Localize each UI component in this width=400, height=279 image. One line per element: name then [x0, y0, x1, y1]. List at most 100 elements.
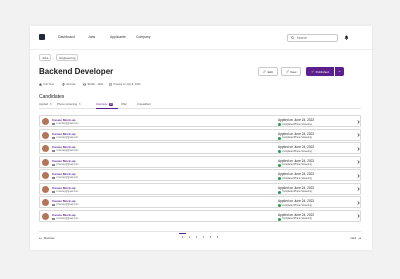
breadcrumb-jobs[interactable]: Jobs: [39, 54, 52, 62]
active-tab-indicator: [96, 108, 118, 109]
avatar: [42, 185, 49, 193]
bell-icon[interactable]: [344, 35, 349, 40]
candidate-row[interactable]: Cassie Mock-up cmockup@gmail.com Applied o…: [39, 142, 361, 154]
avatar: [42, 199, 49, 207]
calendar-icon: [109, 83, 112, 86]
chevron-right-icon[interactable]: [357, 160, 360, 164]
job-type: Full Time: [39, 83, 54, 86]
location-pin-icon: [62, 83, 65, 86]
mail-icon: [52, 123, 55, 126]
applied-date: Applied on June 24, 2022: [278, 131, 315, 136]
check-circle-icon: [278, 163, 281, 167]
chevron-right-icon[interactable]: [357, 173, 360, 178]
candidate-row[interactable]: Cassie Mock-up cmockup@gmail.com Applied o…: [39, 196, 361, 208]
candidate-email: cmockup@gmail.com: [52, 150, 78, 153]
candidate-email: cmockup@gmail.com: [52, 123, 78, 126]
page-6[interactable]: 6: [214, 233, 221, 240]
candidate-email-text: cmockup@gmail.com: [56, 190, 79, 193]
status-badge: Completed Phone Screening: [278, 190, 312, 194]
page-4[interactable]: 4: [200, 233, 207, 240]
status-text: Completed Phone Screening: [282, 177, 312, 180]
status-badge: Completed Phone Screening: [278, 136, 312, 140]
arrow-left-icon: [39, 236, 42, 240]
check-circle-icon: [278, 217, 281, 221]
candidate-email-text: cmockup@gmail.com: [56, 163, 79, 166]
chevron-right-icon[interactable]: [357, 146, 360, 151]
nav-applicants[interactable]: Applicants: [110, 35, 126, 39]
mail-icon: [52, 190, 55, 193]
chevron-right-icon[interactable]: [357, 119, 360, 124]
edit-button[interactable]: Edit: [258, 67, 278, 76]
candidate-row[interactable]: Cassie Mock-up cmockup@gmail.com Applied o…: [39, 155, 361, 168]
language-flag-icon[interactable]: [353, 35, 358, 40]
page-1[interactable]: 1: [179, 233, 186, 240]
nav-dashboard[interactable]: Dashboard: [58, 35, 75, 39]
status-text: Completed Phone Screening: [282, 164, 312, 166]
avatar: [42, 145, 49, 153]
chevron-right-icon[interactable]: [357, 214, 360, 218]
chevron-right-icon[interactable]: [357, 187, 360, 191]
breadcrumb-engineering[interactable]: Engineering: [56, 54, 79, 62]
candidate-email: cmockup@gmail.com: [52, 163, 79, 166]
candidate-name[interactable]: Cassie Mock-up: [52, 118, 76, 122]
page-numbers: 1 2 3 4 5 6: [179, 233, 221, 240]
applied-date: Applied on June 24, 2022: [278, 199, 315, 203]
candidate-email-text: cmockup@gmail.com: [56, 204, 79, 207]
job-location: Remote: [62, 83, 76, 86]
candidate-row[interactable]: Cassie Mock-up cmockup@gmail.com Applied o…: [39, 169, 361, 181]
chevron-right-icon[interactable]: [357, 200, 360, 205]
status-text: Completed Phone Screening: [282, 137, 312, 139]
view-button[interactable]: View: [281, 67, 301, 76]
candidate-email: cmockup@gmail.com: [52, 190, 79, 193]
candidate-email-text: cmockup@gmail.com: [56, 217, 79, 220]
candidate-row[interactable]: Cassie Mock-up cmockup@gmail.com Applied o…: [39, 209, 361, 222]
applied-date: Applied on June 24, 2022: [278, 118, 315, 122]
nav-company[interactable]: Company: [136, 35, 151, 39]
tab-phone-screening[interactable]: Phone screening 6: [57, 103, 81, 106]
nav-jobs[interactable]: Jobs: [88, 35, 95, 39]
published-button[interactable]: Published: [306, 67, 334, 76]
job-salary: $120k – 140k: [83, 83, 103, 86]
pagination: Previous 1 2 3 4 5 6 Next: [39, 231, 361, 243]
search-box[interactable]: [287, 34, 338, 42]
candidate-row[interactable]: Cassie Mock-up cmockup@gmail.com Applied o…: [39, 182, 361, 195]
chevron-right-icon[interactable]: [357, 133, 360, 137]
page-2[interactable]: 2: [186, 233, 193, 240]
page-3[interactable]: 3: [193, 233, 200, 240]
candidate-name[interactable]: Cassie Mock-up: [52, 145, 76, 149]
candidate-name[interactable]: Cassie Mock-up: [52, 159, 76, 163]
candidate-name[interactable]: Cassie Mock-up: [52, 172, 76, 176]
tab-applied[interactable]: Applied 8: [39, 103, 51, 106]
candidate-email: cmockup@gmail.com: [52, 217, 79, 220]
previous-button[interactable]: Previous: [39, 236, 55, 240]
applied-date: Applied on June 24, 2022: [278, 185, 315, 190]
candidate-email-text: cmockup@gmail.com: [56, 136, 79, 139]
candidate-name[interactable]: Cassie Mock-up: [52, 186, 76, 190]
candidate-name[interactable]: Cassie Mock-up: [52, 132, 76, 136]
candidate-name[interactable]: Cassie Mock-up: [52, 213, 76, 217]
next-button[interactable]: Next: [351, 236, 361, 240]
check-circle-icon: [278, 150, 281, 153]
search-input[interactable]: [296, 36, 337, 40]
status-badge: Completed Phone Screening: [278, 163, 312, 167]
logo[interactable]: [39, 34, 45, 40]
status-badge: Completed Phone Screening: [278, 204, 312, 207]
mail-icon: [52, 136, 55, 139]
chevron-down-icon: [338, 70, 341, 73]
top-nav: Dashboard Jobs Applicants Company: [30, 26, 372, 50]
tab-unqualified[interactable]: Unqualified: [137, 103, 150, 106]
candidate-name[interactable]: Cassie Mock-up: [52, 199, 76, 203]
candidate-row[interactable]: Cassie Mock-up cmockup@gmail.com Applied o…: [39, 115, 361, 127]
mail-icon: [52, 150, 55, 153]
tab-offer[interactable]: Offer: [121, 103, 127, 106]
job-detail-card: Dashboard Jobs Applicants Company Jobs ›…: [30, 26, 372, 250]
check-circle-icon: [278, 123, 281, 126]
publish-options-button[interactable]: [335, 67, 344, 76]
status-badge: Completed Phone Screening: [278, 150, 312, 153]
briefcase-icon: [39, 83, 42, 86]
avatar: [42, 131, 49, 139]
candidate-email: cmockup@gmail.com: [52, 177, 78, 180]
tab-interview[interactable]: Interview 10: [96, 103, 114, 106]
page-5[interactable]: 5: [207, 233, 214, 240]
candidate-row[interactable]: Cassie Mock-up cmockup@gmail.com Applied o…: [39, 128, 361, 141]
